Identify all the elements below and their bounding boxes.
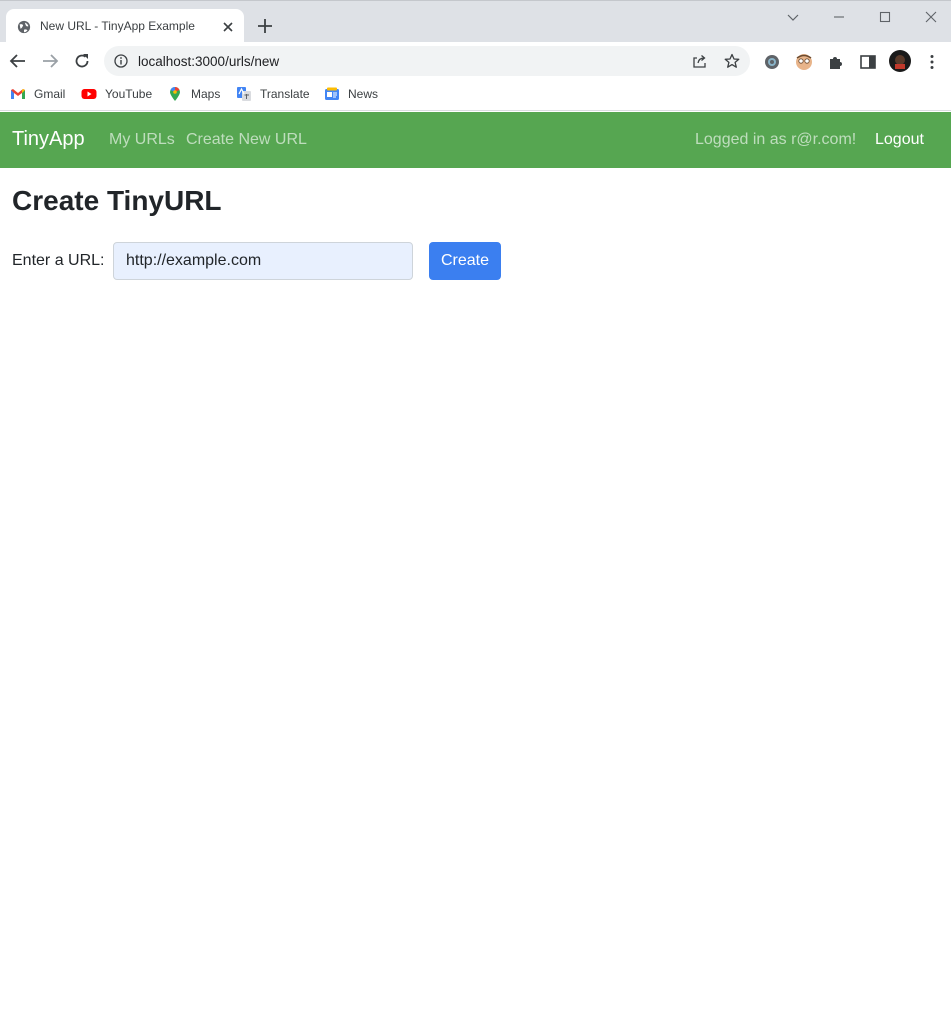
bookmark-label: Gmail — [34, 87, 66, 101]
reload-icon[interactable] — [73, 52, 91, 70]
app-navbar: TinyApp My URLs Create New URL Logged in… — [0, 112, 951, 168]
bookmark-label: News — [348, 87, 379, 101]
translate-icon — [237, 87, 251, 101]
bookmark-label: Translate — [260, 87, 310, 101]
nav-my-urls[interactable]: My URLs — [109, 131, 175, 149]
tab-title: New URL - TinyApp Example — [40, 19, 195, 33]
tab-search-icon[interactable] — [785, 9, 801, 25]
profile-avatar[interactable] — [889, 50, 911, 72]
site-info-icon[interactable] — [114, 54, 128, 68]
face-extension-icon[interactable] — [795, 53, 813, 71]
globe-icon — [17, 20, 31, 34]
puzzle-extensions-icon[interactable] — [827, 53, 845, 71]
bookmark-news[interactable]: News — [324, 85, 378, 103]
youtube-icon — [81, 89, 97, 99]
maps-icon — [170, 87, 180, 101]
gear-extension-icon[interactable] — [763, 53, 781, 71]
news-icon — [325, 87, 339, 100]
url-input[interactable] — [113, 242, 413, 280]
logged-in-status: Logged in as r@r.com! — [695, 131, 857, 148]
bookmark-maps[interactable]: Maps — [167, 85, 220, 103]
new-tab-icon[interactable] — [257, 18, 273, 34]
brand-link[interactable]: TinyApp — [12, 128, 85, 151]
url-input-label: Enter a URL: — [12, 252, 105, 269]
bookmark-label: YouTube — [105, 87, 153, 101]
more-menu-icon[interactable] — [923, 53, 941, 71]
url-text[interactable]: localhost:3000/urls/new — [138, 54, 279, 69]
address-bar[interactable]: localhost:3000/urls/new — [104, 46, 750, 76]
bookmark-youtube[interactable]: YouTube — [81, 85, 152, 103]
window-close-icon[interactable] — [923, 9, 939, 25]
nav-create-new-url[interactable]: Create New URL — [186, 131, 307, 149]
logout-button[interactable]: Logout — [875, 131, 924, 149]
side-panel-icon[interactable] — [859, 53, 877, 71]
minimize-icon[interactable] — [831, 9, 847, 25]
gmail-icon — [11, 89, 25, 99]
browser-tab-strip: New URL - TinyApp Example — [0, 0, 951, 44]
page-title: Create TinyURL — [12, 185, 222, 216]
bookmark-label: Maps — [191, 87, 221, 101]
back-arrow-icon[interactable] — [9, 52, 27, 70]
forward-arrow-icon[interactable] — [41, 52, 59, 70]
create-button[interactable]: Create — [429, 242, 501, 280]
bookmark-translate[interactable]: Translate — [236, 85, 310, 103]
close-icon[interactable] — [221, 20, 235, 34]
share-icon[interactable] — [692, 54, 707, 69]
browser-toolbar: localhost:3000/urls/new — [0, 42, 951, 79]
browser-tab[interactable]: New URL - TinyApp Example — [6, 9, 244, 44]
maximize-icon[interactable] — [877, 9, 893, 25]
bookmark-star-icon[interactable] — [724, 53, 740, 69]
bookmark-gmail[interactable]: Gmail — [10, 85, 65, 103]
bookmarks-bar: Gmail YouTube Maps Translate News — [0, 79, 951, 111]
